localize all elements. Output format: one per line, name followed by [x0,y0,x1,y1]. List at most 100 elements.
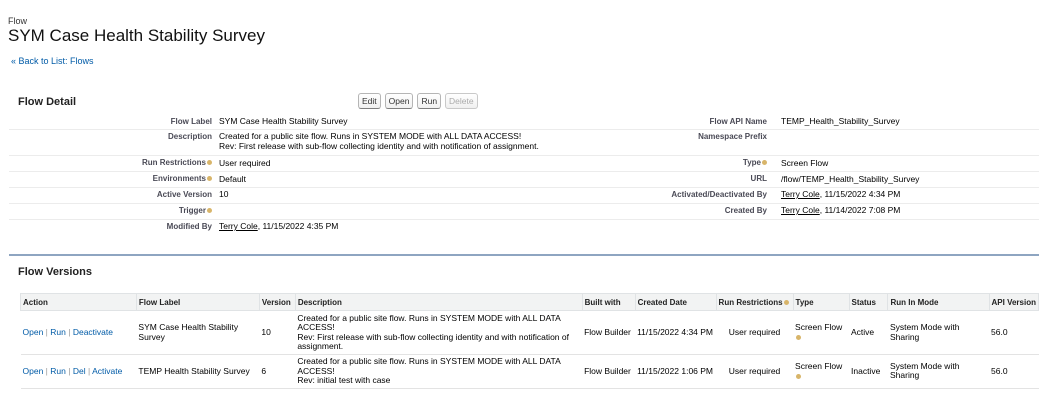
created-by-value: Terry Cole, 11/14/2022 7:08 PM [781,205,1039,216]
cell-version: 6 [259,354,296,389]
back-to-list-link[interactable]: « Back to List: Flows [11,56,94,66]
table-row: Open | Run | Del | Activate TEMP Health … [20,354,1039,389]
column-header-api-version[interactable]: API Version [988,293,1039,311]
trigger-label-text: Trigger [178,206,206,215]
run-restrictions-header-text: Run Restrictions [718,297,783,307]
environments-label: Environments [153,174,212,183]
open-link[interactable]: Open [23,327,44,337]
column-header-created-date[interactable]: Created Date [634,293,717,311]
url-label: URL [750,174,767,183]
help-icon[interactable] [783,299,789,305]
modified-by-value: Terry Cole, 11/15/2022 4:35 PM [219,221,699,232]
cell-run-restrictions: User required [716,354,794,389]
help-icon[interactable] [762,160,767,166]
modified-by-date: , 11/15/2022 4:35 PM [257,221,339,231]
column-header-version[interactable]: Version [258,293,296,311]
run-restrictions-label: Run Restrictions [142,158,212,167]
environments-label-text: Environments [152,174,206,183]
delete-link[interactable]: Del [73,366,86,376]
cell-status: Inactive [849,354,888,389]
column-header-status[interactable]: Status [848,293,889,311]
column-header-run-restrictions[interactable]: Run Restrictions [715,293,794,311]
active-version-label: Active Version [156,190,212,199]
help-icon[interactable] [207,176,212,182]
help-icon[interactable] [207,208,212,214]
help-icon[interactable] [796,334,802,340]
activated-by-user-link[interactable]: Terry Cole [781,189,820,199]
environments-value: Default [219,174,246,184]
activated-by-date: , 11/15/2022 4:34 PM [819,189,901,199]
detail-row: Description Created for a public site fl… [9,129,1039,156]
column-header-type[interactable]: Type [792,293,850,311]
created-by-user-link[interactable]: Terry Cole [781,205,820,215]
page-title: SYM Case Health Stability Survey [8,26,265,45]
cell-description: Created for a public site flow. Runs in … [295,354,583,389]
open-link[interactable]: Open [23,366,44,376]
type-label-text: Type [742,158,761,167]
description-line: Rev: First release with sub-flow collect… [219,140,539,151]
type-value: Screen Flow [781,158,829,168]
cell-type: Screen Flow [793,354,849,389]
run-restrictions-value: User required [219,158,271,168]
detail-row: Trigger Created By Terry Cole, 11/14/202… [9,203,1039,220]
run-button[interactable]: Run [417,93,442,109]
cell-version: 10 [259,310,296,355]
action-separator: | [68,326,71,337]
cell-run-mode: System Mode with Sharing [887,354,990,389]
run-restrictions-label-text: Run Restrictions [141,158,206,167]
run-link[interactable]: Run [50,366,66,376]
detail-row: Environments Default URL /flow/TEMP_Heal… [9,171,1039,188]
flow-versions-title: Flow Versions [18,266,92,278]
flow-detail-title: Flow Detail [18,96,77,108]
column-header-flow-label[interactable]: Flow Label [135,293,260,311]
namespace-label: Namespace Prefix [698,132,767,141]
url-value: /flow/TEMP_Health_Stability_Survey [781,174,920,184]
help-icon[interactable] [207,160,212,166]
type-text: Screen Flow [795,360,843,371]
cell-created-date: 11/15/2022 4:34 PM [635,310,717,355]
table-row: Open | Run | Deactivate SYM Case Health … [20,310,1039,355]
activated-by-label: Activated/Deactivated By [671,190,767,199]
open-button[interactable]: Open [384,93,414,109]
detail-row: Flow Label SYM Case Health Stability Sur… [9,115,1039,130]
flow-versions-table: Action Flow Label Version Description Bu… [20,293,1039,389]
detail-row: Modified By Terry Cole, 11/15/2022 4:35 … [9,219,1039,235]
help-icon[interactable] [796,373,802,379]
flow-label-value: SYM Case Health Stability Survey [219,116,348,126]
trigger-label: Trigger [179,206,212,215]
column-header-action[interactable]: Action [20,293,137,311]
api-name-label: Flow API Name [709,117,768,126]
object-type-label: Flow [8,16,28,26]
description-value: Created for a public site flow. Runs in … [219,131,699,151]
cell-run-mode: System Mode with Sharing [887,310,990,355]
cell-built-with: Flow Builder [582,310,636,355]
run-link[interactable]: Run [50,327,66,337]
edit-button[interactable]: Edit [358,93,381,109]
column-header-description[interactable]: Description [294,293,583,311]
cell-status: Active [849,310,888,355]
column-header-built-with[interactable]: Built with [581,293,636,311]
cell-created-date: 11/15/2022 1:06 PM [635,354,717,389]
api-name-value: TEMP_Health_Stability_Survey [781,116,900,126]
cell-description: Created for a public site flow. Runs in … [295,310,583,355]
cell-run-restrictions: User required [716,310,794,355]
row-actions: Open | Run | Deactivate [20,310,137,355]
column-header-run-in-mode[interactable]: Run In Mode [887,293,990,311]
created-by-date: , 11/14/2022 7:08 PM [819,205,901,215]
description-label: Description [167,132,212,141]
cell-built-with: Flow Builder [582,354,636,389]
action-separator: | [45,365,48,376]
deactivate-link[interactable]: Deactivate [73,327,113,337]
cell-flow-label: TEMP Health Stability Survey [136,354,260,389]
modified-by-label: Modified By [166,222,212,231]
cell-api-version: 56.0 [989,354,1039,389]
delete-button: Delete [445,93,478,109]
detail-row: Active Version 10 Activated/Deactivated … [9,187,1039,204]
cell-api-version: 56.0 [989,310,1039,355]
row-actions: Open | Run | Del | Activate [20,354,137,389]
modified-by-user-link[interactable]: Terry Cole [219,221,258,231]
active-version-value: 10 [219,189,229,199]
activate-link[interactable]: Activate [92,366,122,376]
table-header-row: Action Flow Label Version Description Bu… [20,293,1039,311]
cell-flow-label: SYM Case Health Stability Survey [136,310,260,355]
